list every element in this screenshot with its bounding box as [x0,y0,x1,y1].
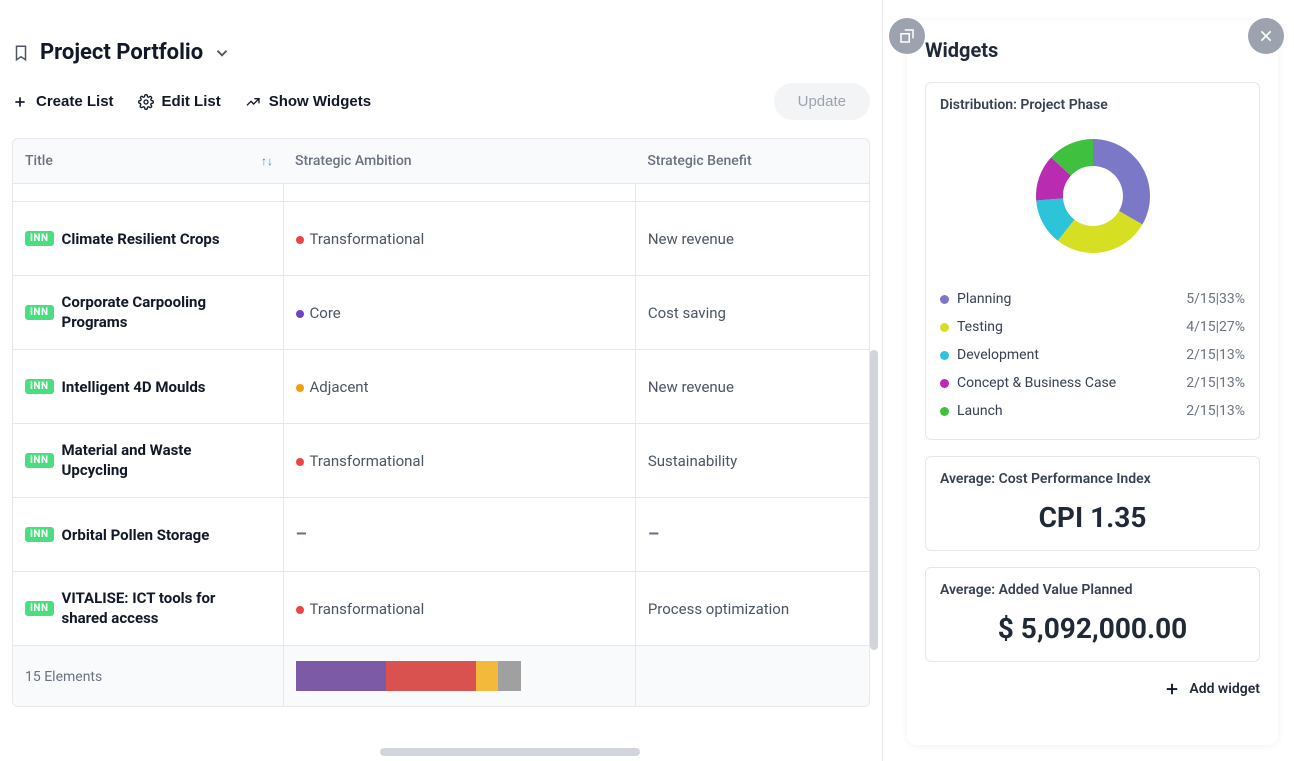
ambition-label: Adjacent [310,378,369,396]
show-widgets-label: Show Widgets [269,93,371,110]
inn-badge: INN [25,305,54,320]
row-title: VITALISE: ICT tools for shared access [62,589,257,628]
table-row[interactable]: INN Climate Resilient Crops Transformation… [13,202,869,276]
donut-slice [1093,139,1150,225]
ambition-dot [296,458,304,466]
donut-chart [1018,121,1168,271]
legend-row: Concept & Business Case 2/15|13% [940,369,1245,397]
legend-dot [940,351,949,360]
add-widget-label: Add widget [1189,681,1260,697]
plus-icon [12,94,28,110]
sort-icon[interactable]: ↑↓ [261,154,273,168]
inn-badge: INN [25,379,54,394]
legend-label: Testing [957,319,1003,335]
table-row[interactable]: INN VITALISE: ICT tools for shared access… [13,572,869,646]
widget-distribution: Distribution: Project Phase Planning 5/15… [925,82,1260,440]
table-row[interactable]: INN Orbital Pollen Storage – – [13,498,869,572]
legend-value: 4/15|27% [1186,319,1245,335]
col-ambition[interactable]: Strategic Ambition [283,139,635,184]
row-title: Orbital Pollen Storage [62,526,210,544]
widget-added-value-title: Average: Added Value Planned [940,582,1245,598]
col-benefit[interactable]: Strategic Benefit [635,139,869,184]
row-title: Climate Resilient Crops [62,230,220,248]
legend-dot [940,295,949,304]
ambition-distribution-bar [296,661,521,691]
benefit-empty: – [648,524,659,545]
horizontal-scrollbar[interactable] [380,748,640,756]
legend-row: Testing 4/15|27% [940,313,1245,341]
legend-row: Development 2/15|13% [940,341,1245,369]
update-button[interactable]: Update [774,83,870,120]
inn-badge: INN [25,527,54,542]
row-title: Intelligent 4D Moulds [62,378,206,396]
ambition-dot [296,310,304,318]
projects-table: Title ↑↓ Strategic Ambition Strategic Be… [12,138,870,707]
edit-list-label: Edit List [162,93,221,110]
ambition-dot [296,384,304,392]
legend-dot [940,379,949,388]
close-icon [1258,28,1274,44]
expand-icon [898,27,916,45]
legend-row: Launch 2/15|13% [940,397,1245,425]
widget-cpi-title: Average: Cost Performance Index [940,471,1245,487]
legend-row: Planning 5/15|33% [940,285,1245,313]
benefit-label: Process optimization [648,600,789,618]
vertical-scrollbar[interactable] [870,350,878,650]
legend-label: Launch [957,403,1003,419]
widget-distribution-title: Distribution: Project Phase [940,97,1245,113]
gear-icon [138,94,154,110]
footer-count: 15 Elements [25,669,102,685]
ambition-empty: – [296,524,307,545]
plus-icon [1163,680,1181,698]
table-row[interactable]: INN Corporate Carpooling Programs Core Cost… [13,276,869,350]
inn-badge: INN [25,601,54,616]
bookmark-icon [12,44,30,62]
table-row[interactable]: INN Intelligent 4D Moulds Adjacent New reve… [13,350,869,424]
benefit-label: Sustainability [648,452,737,470]
ambition-label: Transformational [310,230,425,248]
legend-label: Planning [957,291,1011,307]
create-list-label: Create List [36,93,114,110]
edit-list-button[interactable]: Edit List [138,89,221,114]
close-panel-button[interactable] [1248,18,1284,54]
added-value-number: $ 5,092,000.00 [940,606,1245,647]
legend-dot [940,323,949,332]
row-title: Material and Waste Upcycling [62,441,257,480]
table-row[interactable]: INN Material and Waste Upcycling Transform… [13,424,869,498]
legend-label: Concept & Business Case [957,375,1116,391]
benefit-label: Cost saving [648,304,726,322]
create-list-button[interactable]: Create List [12,89,114,114]
benefit-label: New revenue [648,230,734,248]
show-widgets-button[interactable]: Show Widgets [245,89,371,114]
legend-value: 2/15|13% [1186,403,1245,419]
widgets-panel-title: Widgets [925,38,1260,62]
ambition-label: Transformational [310,600,425,618]
ambition-dot [296,236,304,244]
ambition-label: Core [310,304,341,322]
legend-dot [940,407,949,416]
col-title[interactable]: Title ↑↓ [13,139,283,184]
legend-value: 5/15|33% [1186,291,1245,307]
row-title: Corporate Carpooling Programs [62,293,257,332]
ambition-label: Transformational [310,452,425,470]
legend-value: 2/15|13% [1186,347,1245,363]
benefit-label: New revenue [648,378,734,396]
page-title: Project Portfolio [40,40,203,65]
chevron-down-icon[interactable] [213,44,231,62]
inn-badge: INN [25,453,54,468]
widget-added-value: Average: Added Value Planned $ 5,092,000… [925,567,1260,662]
inn-badge: INN [25,231,54,246]
legend-label: Development [957,347,1039,363]
widget-cpi: Average: Cost Performance Index CPI 1.35 [925,456,1260,551]
expand-panel-button[interactable] [889,18,925,54]
add-widget-button[interactable]: Add widget [925,678,1260,698]
ambition-dot [296,606,304,614]
chart-icon [245,94,261,110]
legend-value: 2/15|13% [1186,375,1245,391]
cpi-value: CPI 1.35 [940,495,1245,536]
